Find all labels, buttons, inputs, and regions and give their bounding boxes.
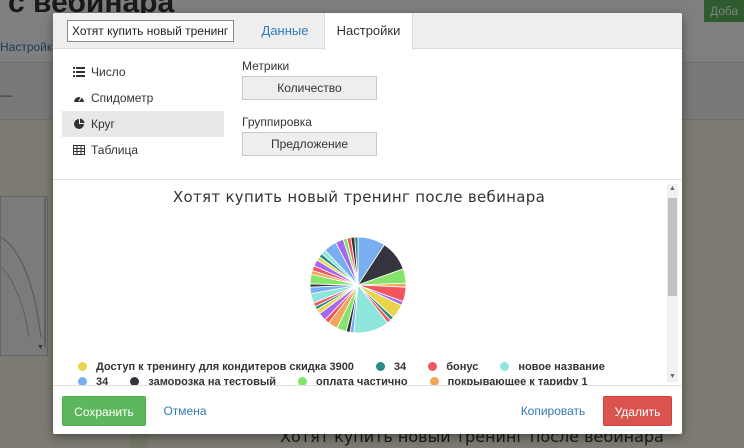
type-number[interactable]: Число: [62, 59, 224, 85]
legend-row: 34 заморозка на тестовый оплата частично по…: [78, 374, 658, 385]
legend-item[interactable]: заморозка на тестовый: [130, 375, 277, 386]
legend-swatch: [130, 377, 140, 385]
preview-scrollbar[interactable]: ▲ ▼: [667, 184, 678, 382]
widget-settings-modal: Хотят купить новый тренинг Данные Настро…: [53, 13, 682, 434]
type-speedometer[interactable]: Спидометр: [62, 85, 224, 111]
metrics-select[interactable]: Количество: [242, 76, 377, 100]
type-label: Круг: [91, 117, 115, 131]
type-label: Число: [91, 65, 126, 79]
legend-label: заморозка на тестовый: [148, 375, 277, 386]
legend-label: новое название: [518, 360, 605, 373]
chart-type-list: Число Спидометр Круг Таблица: [62, 59, 224, 163]
save-button[interactable]: Сохранить: [62, 396, 146, 426]
legend-swatch: [78, 377, 87, 385]
pie-chart-icon: [72, 118, 86, 130]
scroll-down-icon[interactable]: ▼: [668, 372, 677, 382]
legend-item[interactable]: бонус: [428, 361, 478, 373]
tab-data[interactable]: Данные: [245, 13, 325, 49]
legend-label: оплата частично: [316, 375, 408, 386]
chart-title: Хотят купить новый тренинг после вебинар…: [172, 188, 546, 206]
scroll-up-icon[interactable]: ▲: [668, 184, 677, 194]
legend-label: покрывающее к тарифу 1: [447, 375, 588, 386]
copy-button[interactable]: Копировать: [517, 396, 589, 426]
metrics-label: Метрики: [242, 59, 290, 73]
chart-config: Метрики Количество Группировка Предложен…: [242, 59, 377, 171]
delete-button[interactable]: Удалить: [603, 396, 672, 426]
list-icon: [72, 66, 86, 78]
legend-item[interactable]: покрывающее к тарифу 1: [429, 375, 588, 386]
scroll-thumb[interactable]: [668, 198, 677, 296]
type-label: Таблица: [91, 143, 139, 157]
type-pie[interactable]: Круг: [62, 111, 224, 137]
legend-swatch: [429, 377, 439, 385]
legend-swatch: [298, 377, 308, 385]
legend-swatch: [78, 362, 87, 371]
tab-settings[interactable]: Настройки: [324, 13, 413, 50]
pie-chart: [309, 236, 407, 334]
legend-item[interactable]: оплата частично: [298, 375, 408, 386]
legend-item[interactable]: новое название: [500, 361, 605, 373]
legend-item[interactable]: 34: [78, 375, 109, 386]
modal-footer: Сохранить Отмена Копировать Удалить: [53, 385, 682, 434]
legend-label: 34: [96, 375, 109, 386]
grouping-label: Группировка: [242, 115, 312, 129]
type-table[interactable]: Таблица: [62, 137, 224, 163]
legend-item[interactable]: Доступ к тренингу для кондитеров скидка …: [78, 361, 354, 373]
cancel-button[interactable]: Отмена: [161, 396, 209, 426]
legend-swatch: [500, 362, 510, 371]
legend-label: бонус: [446, 360, 479, 373]
grouping-select[interactable]: Предложение: [242, 132, 377, 156]
legend-row: Доступ к тренингу для кондитеров скидка …: [78, 359, 658, 374]
legend-item[interactable]: 34: [375, 360, 407, 373]
widget-title-input[interactable]: Хотят купить новый тренинг: [67, 20, 234, 42]
legend-swatch: [428, 362, 438, 371]
table-icon: [72, 144, 86, 156]
legend-label: Доступ к тренингу для кондитеров скидка …: [96, 360, 354, 373]
type-label: Спидометр: [91, 91, 154, 105]
chart-preview: Хотят купить новый тренинг после вебинар…: [53, 179, 682, 385]
dashboard-icon: [72, 92, 86, 104]
modal-header: Хотят купить новый тренинг Данные Настро…: [53, 13, 682, 50]
legend-label: 34: [393, 360, 407, 373]
chart-legend: Доступ к тренингу для кондитеров скидка …: [78, 359, 658, 385]
legend-swatch: [375, 362, 385, 371]
